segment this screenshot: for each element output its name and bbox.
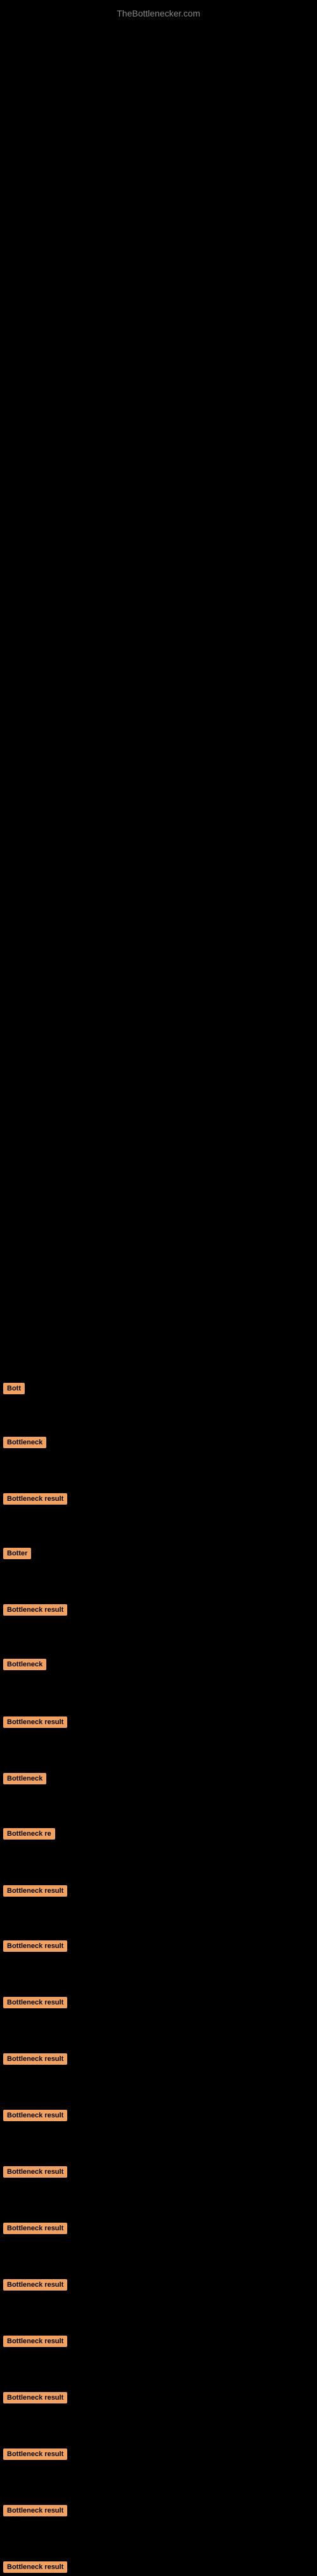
bottleneck-result-item: Bottleneck [3, 1437, 46, 1451]
bottleneck-result-item: Bottleneck result [3, 2166, 67, 2181]
bottleneck-result-label: Bottleneck result [3, 1997, 67, 2008]
bottleneck-result-item: Bottleneck result [3, 2505, 67, 2520]
bottleneck-result-item: Bottleneck [3, 1659, 46, 1673]
bottleneck-result-item: Bottleneck result [3, 2336, 67, 2350]
bottleneck-result-label: Bottleneck result [3, 2561, 67, 2573]
bottleneck-result-item: Bottleneck result [3, 1716, 67, 1731]
bottleneck-result-label: Bottleneck result [3, 2505, 67, 2516]
bottleneck-result-item: Bottleneck [3, 1773, 46, 1788]
bottleneck-result-item: Bottleneck result [3, 1604, 67, 1619]
bottleneck-result-item: Bottleneck result [3, 1493, 67, 1508]
bottleneck-result-label: Bottleneck result [3, 2279, 67, 2291]
bottleneck-result-item: Bottleneck result [3, 2223, 67, 2237]
bottleneck-result-label: Bottleneck result [3, 2223, 67, 2234]
bottleneck-result-item: Bottleneck result [3, 2449, 67, 2463]
bottleneck-result-label: Bottleneck result [3, 2336, 67, 2347]
bottleneck-result-label: Bottleneck re [3, 1828, 55, 1840]
bottleneck-result-label: Bottleneck result [3, 1493, 67, 1505]
bottleneck-result-label: Bottleneck result [3, 1604, 67, 1616]
bottleneck-result-item: Bottleneck result [3, 2279, 67, 2294]
bottleneck-result-item: Bottleneck result [3, 2110, 67, 2124]
bottleneck-result-item: Bottleneck result [3, 2392, 67, 2407]
bottleneck-result-label: Bottleneck [3, 1659, 46, 1670]
bottleneck-result-label: Bottleneck [3, 1437, 46, 1448]
bottleneck-result-label: Bottleneck result [3, 2110, 67, 2121]
bottleneck-result-item: Bottleneck result [3, 1885, 67, 1900]
bottleneck-result-label: Bott [3, 1383, 25, 1394]
bottleneck-result-label: Bottleneck [3, 1773, 46, 1784]
bottleneck-result-label: Bottleneck result [3, 1885, 67, 1897]
bottleneck-result-label: Botter [3, 1548, 31, 1559]
bottleneck-result-item: Bottleneck result [3, 2561, 67, 2576]
bottleneck-result-label: Bottleneck result [3, 2166, 67, 2178]
bottleneck-result-item: Bottleneck result [3, 2053, 67, 2068]
bottleneck-result-label: Bottleneck result [3, 1716, 67, 1728]
bottleneck-result-label: Bottleneck result [3, 2392, 67, 2403]
bottleneck-result-item: Bottleneck result [3, 1997, 67, 2011]
bottleneck-result-label: Bottleneck result [3, 1940, 67, 1952]
site-title: TheBottlenecker.com [0, 3, 317, 18]
bottleneck-result-item: Botter [3, 1548, 31, 1562]
bottleneck-result-item: Bottleneck re [3, 1828, 55, 1843]
bottleneck-result-item: Bott [3, 1383, 25, 1397]
bottleneck-result-label: Bottleneck result [3, 2449, 67, 2460]
bottleneck-result-item: Bottleneck result [3, 1940, 67, 1955]
bottleneck-result-label: Bottleneck result [3, 2053, 67, 2065]
